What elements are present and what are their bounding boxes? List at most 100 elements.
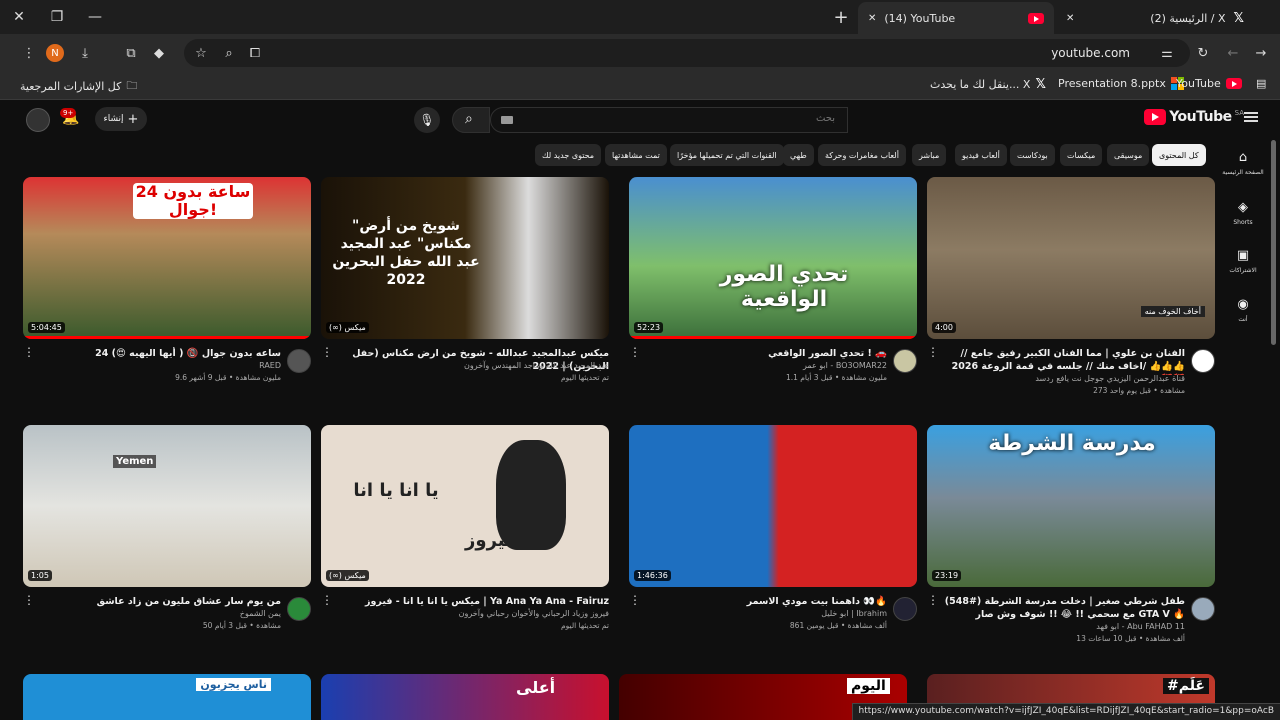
tab-x[interactable]: ✕ (2) الرئيسية / X 𝕏 — [1056, 2, 1254, 34]
channel-name[interactable]: ابو خليل | Ibrahim — [637, 609, 887, 618]
account-avatar[interactable] — [26, 108, 50, 132]
downloads-button[interactable]: ⤓ — [72, 40, 98, 66]
bookmark-presentation[interactable]: Presentation 8.pptx — [1058, 77, 1184, 90]
channel-name[interactable]: عبد المجيد عبد الله وماجد المهندس وآخرون — [329, 361, 609, 370]
keyboard-icon[interactable] — [501, 116, 513, 124]
chip-music[interactable]: موسيقى — [1107, 144, 1150, 166]
bookmark-folder[interactable]: ▤ — [1256, 77, 1266, 90]
create-button[interactable]: إنشاء + — [95, 107, 147, 131]
video-thumbnail[interactable]: Yemen 1:05 — [23, 425, 311, 587]
more-actions-button[interactable]: ⋮ — [23, 593, 35, 607]
youtube-logo[interactable]: YouTube SA — [1144, 109, 1244, 125]
guide-shorts[interactable]: ◈ Shorts — [1218, 200, 1268, 226]
video-card[interactable]: 1:46:36 داهمنا بيت مودي الاسمر 👀🔥 ابو خل… — [629, 425, 917, 647]
video-card[interactable]: "شويخ من أرض مكناس" عبد المجيد عبد الله … — [321, 177, 609, 399]
channel-name[interactable]: RAED — [31, 361, 281, 370]
zoom-button[interactable]: ⌕ — [216, 40, 242, 66]
chip-podcasts[interactable]: بودكاست — [1010, 144, 1055, 166]
more-actions-button[interactable]: ⋮ — [927, 345, 939, 359]
chip-live[interactable]: مباشر — [912, 144, 947, 166]
chip-all[interactable]: كل المحتوى — [1152, 144, 1206, 166]
more-actions-button[interactable]: ⋮ — [23, 345, 35, 359]
chip-new-to-you[interactable]: محتوى جديد لك — [535, 144, 602, 166]
channel-name[interactable]: قناة عبدالرحمن اليزيدي جوجل نت يافع ردسد — [935, 374, 1185, 383]
chip-mixes[interactable]: ميكسات — [1060, 144, 1103, 166]
video-title[interactable]: ميكس يا انا يا انا - فيروز | Ya Ana Ya A… — [329, 595, 609, 608]
guide-subscriptions[interactable]: ▣ الاشتراكات — [1218, 248, 1268, 274]
channel-name[interactable]: فيروز وزياد الرحباني والأخوان رحباني وآخ… — [329, 609, 609, 618]
video-card[interactable]: 24 ساعة بدون جوال! 5:04:45 24 ساعه بدون … — [23, 177, 311, 399]
channel-avatar[interactable] — [1191, 597, 1215, 621]
bookmark-youtube[interactable]: YouTube — [1176, 77, 1242, 90]
video-title[interactable]: الفنان بن علوي | مما الفنان الكبير رفيق … — [935, 347, 1185, 375]
new-tab-button[interactable]: + — [830, 6, 852, 28]
more-actions-button[interactable]: ⋮ — [927, 593, 939, 607]
video-card[interactable]: مدرسة الشرطة 23:19 (548#) طفل شرطي صغير … — [927, 425, 1215, 647]
video-thumbnail[interactable]: مدرسة الشرطة 23:19 — [927, 425, 1215, 587]
extension-button[interactable]: ◆ — [146, 40, 172, 66]
video-card[interactable]: يا انا يا انا فيروز (∞) ميكس ميكس يا انا… — [321, 425, 609, 647]
reload-button[interactable]: ↻ — [1190, 40, 1216, 66]
chip-watched[interactable]: تمت مشاهدتها — [605, 144, 667, 166]
bookmark-star-button[interactable]: ☆ — [188, 40, 214, 66]
chip-action-adventure[interactable]: ألعاب مغامرات وحركة — [818, 144, 906, 166]
video-thumbnail[interactable]: 24 ساعة بدون جوال! 5:04:45 — [23, 177, 311, 339]
close-window-button[interactable]: ✕ — [0, 0, 38, 34]
video-thumbnail[interactable]: 1:46:36 — [629, 425, 917, 587]
video-card[interactable]: Yemen 1:05 من يوم سار عشاق مليون من زاد … — [23, 425, 311, 647]
url-text[interactable]: youtube.com — [1051, 46, 1130, 60]
more-actions-button[interactable]: ⋮ — [629, 345, 641, 359]
address-bar[interactable]: ☆ ⌕ ⧠ youtube.com ⚌ — [184, 39, 1190, 67]
video-title[interactable]: داهمنا بيت مودي الاسمر 👀🔥 — [637, 595, 887, 608]
more-actions-button[interactable]: ⋮ — [321, 593, 333, 607]
video-thumbnail[interactable]: أعلى — [321, 674, 609, 720]
channel-name[interactable]: يمن الشموخ — [31, 609, 281, 618]
video-card[interactable]: أخاف الخوف منه 4:00 الفنان بن علوي | مما… — [927, 177, 1215, 399]
video-title[interactable]: من يوم سار عشاق مليون من زاد عاشق — [31, 595, 281, 608]
video-thumbnail[interactable]: أخاف الخوف منه 4:00 — [927, 177, 1215, 339]
page-scrollbar[interactable] — [1271, 140, 1276, 345]
guide-home[interactable]: ⌂ الصفحة الرئيسية — [1218, 150, 1268, 176]
video-card[interactable]: ناس يجزبون — [23, 674, 311, 720]
back-button[interactable]: → — [1248, 40, 1274, 66]
all-bookmarks-button[interactable]: كل الإشارات المرجعية 🗀 — [20, 77, 137, 96]
video-card[interactable]: تحدي الصور الواقعية 52:23 تحدي الصور الو… — [629, 177, 917, 399]
channel-avatar[interactable] — [287, 597, 311, 621]
channel-name[interactable]: ابو عمر - BO3OMAR22 — [637, 361, 887, 370]
video-thumbnail[interactable]: يا انا يا انا فيروز (∞) ميكس — [321, 425, 609, 587]
close-tab-icon[interactable]: ✕ — [868, 13, 876, 24]
minimize-window-button[interactable]: — — [76, 0, 114, 34]
more-actions-button[interactable]: ⋮ — [321, 345, 333, 359]
chip-cooking[interactable]: طهي — [783, 144, 814, 166]
bookmark-x[interactable]: ينقل لك ما يحدث... X 𝕏 — [930, 77, 1046, 92]
chip-recently-uploaded[interactable]: القنوات التي تم تحميلها مؤخرًا — [670, 144, 784, 166]
video-title[interactable]: تحدي الصور الواقعي ! 🚗 — [637, 347, 887, 360]
video-title[interactable]: 24 ساعه بدون جوال 📵 ( أيها اليهيه 😍) — [31, 347, 281, 360]
search-input[interactable] — [535, 113, 835, 124]
guide-you[interactable]: ◉ أنت — [1218, 297, 1268, 323]
close-tab-icon[interactable]: ✕ — [1066, 13, 1074, 24]
channel-avatar[interactable] — [287, 349, 311, 373]
forward-button[interactable]: ← — [1220, 40, 1246, 66]
guide-menu-button[interactable] — [1244, 112, 1258, 122]
extensions-button[interactable]: ⧉ — [118, 40, 144, 66]
channel-avatar[interactable] — [1191, 349, 1215, 373]
video-title[interactable]: (548#) طفل شرطي صغير | دخلت مدرسة الشرطة… — [935, 595, 1185, 621]
site-settings-button[interactable]: ⚌ — [1154, 40, 1180, 66]
restore-window-button[interactable]: ❐ — [38, 0, 76, 34]
search-button[interactable]: ⌕ — [452, 107, 490, 133]
video-thumbnail[interactable]: "شويخ من أرض مكناس" عبد المجيد عبد الله … — [321, 177, 609, 339]
menu-button[interactable]: ⋮ — [16, 40, 42, 66]
video-thumbnail[interactable]: تحدي الصور الواقعية 52:23 — [629, 177, 917, 339]
channel-avatar[interactable] — [893, 597, 917, 621]
more-actions-button[interactable]: ⋮ — [629, 593, 641, 607]
chip-video-games[interactable]: ألعاب فيديو — [955, 144, 1007, 166]
voice-search-button[interactable]: 🎙 — [414, 107, 440, 133]
video-thumbnail[interactable]: ناس يجزبون — [23, 674, 311, 720]
profile-button[interactable]: N — [42, 40, 68, 66]
channel-avatar[interactable] — [893, 349, 917, 373]
video-card[interactable]: أعلى — [321, 674, 609, 720]
channel-name[interactable]: ابو فهد - Abu FAHAD 11 — [935, 622, 1185, 631]
tab-youtube[interactable]: ✕ (14) YouTube — [858, 2, 1054, 34]
install-app-button[interactable]: ⧠ — [242, 40, 268, 66]
